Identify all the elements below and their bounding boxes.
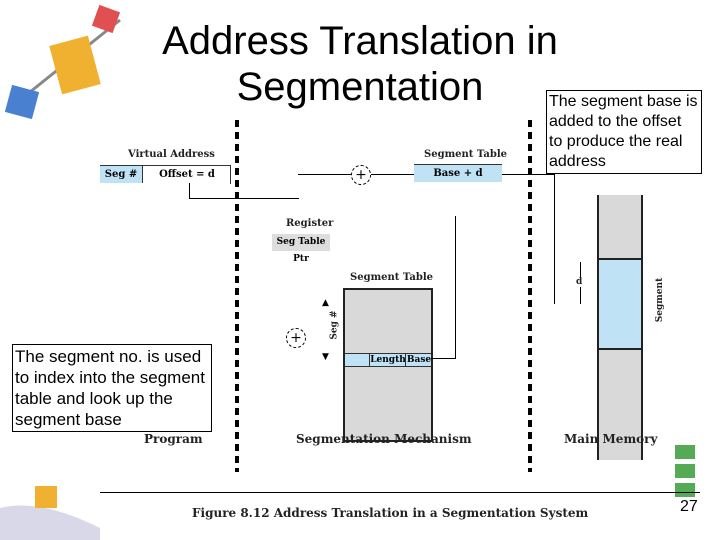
segment-region (599, 258, 641, 350)
connector (189, 198, 299, 199)
segment-table-entry: Length Base (345, 353, 431, 367)
clipart-cubes-icon (4, 4, 121, 120)
up-arrow-icon: ▲ (322, 298, 329, 308)
connector (455, 216, 456, 359)
slide-title: Address Translation in Segmentation (162, 19, 558, 109)
main-memory-label: Main Memory (564, 432, 658, 446)
virtual-address-label: Virtual Address (128, 149, 215, 160)
connector (189, 183, 190, 198)
connector (502, 174, 554, 175)
seg-table-ptr-box: Seg Table Ptr (272, 234, 330, 264)
divider-right (528, 120, 532, 472)
divider-left (235, 120, 239, 472)
callout-segment-base: The segment base is added to the offset … (546, 90, 702, 174)
seg-axis-label: Seg # (329, 310, 340, 340)
main-memory-box (597, 195, 643, 460)
adder-bottom-icon: + (286, 328, 306, 348)
figure-caption: Figure 8.12 Address Translation in a Seg… (192, 506, 589, 520)
clipart-stack-icon (675, 445, 695, 497)
segment-label: Segment (655, 277, 666, 323)
d-label: d (576, 277, 583, 287)
connector (554, 174, 555, 304)
segment-table-top-label: Segment Table (424, 149, 508, 160)
base-field: Base (405, 354, 432, 366)
clipart-hand-icon (0, 486, 100, 540)
connector (298, 174, 352, 175)
adder-top-icon: + (351, 165, 371, 185)
mechanism-label: Segmentation Mechanism (296, 432, 472, 446)
segment-table-box: Length Base (343, 288, 433, 442)
virtual-address-box: Seg # Offset = d (100, 165, 231, 184)
seg-num-cell: Seg # (100, 165, 142, 183)
length-field: Length (369, 354, 406, 366)
footer-rule (100, 492, 700, 493)
program-label: Program (144, 432, 203, 446)
offset-cell: Offset = d (142, 166, 231, 183)
page-number: 27 (680, 498, 698, 515)
register-label: Register (286, 218, 334, 229)
connector (371, 174, 415, 175)
connector (431, 358, 456, 359)
down-arrow-icon: ▼ (322, 352, 329, 362)
callout-segment-number: The segment no. is used to index into th… (12, 344, 212, 432)
segment-table-label: Segment Table (350, 272, 434, 283)
base-plus-d-cell: Base + d (414, 164, 502, 182)
